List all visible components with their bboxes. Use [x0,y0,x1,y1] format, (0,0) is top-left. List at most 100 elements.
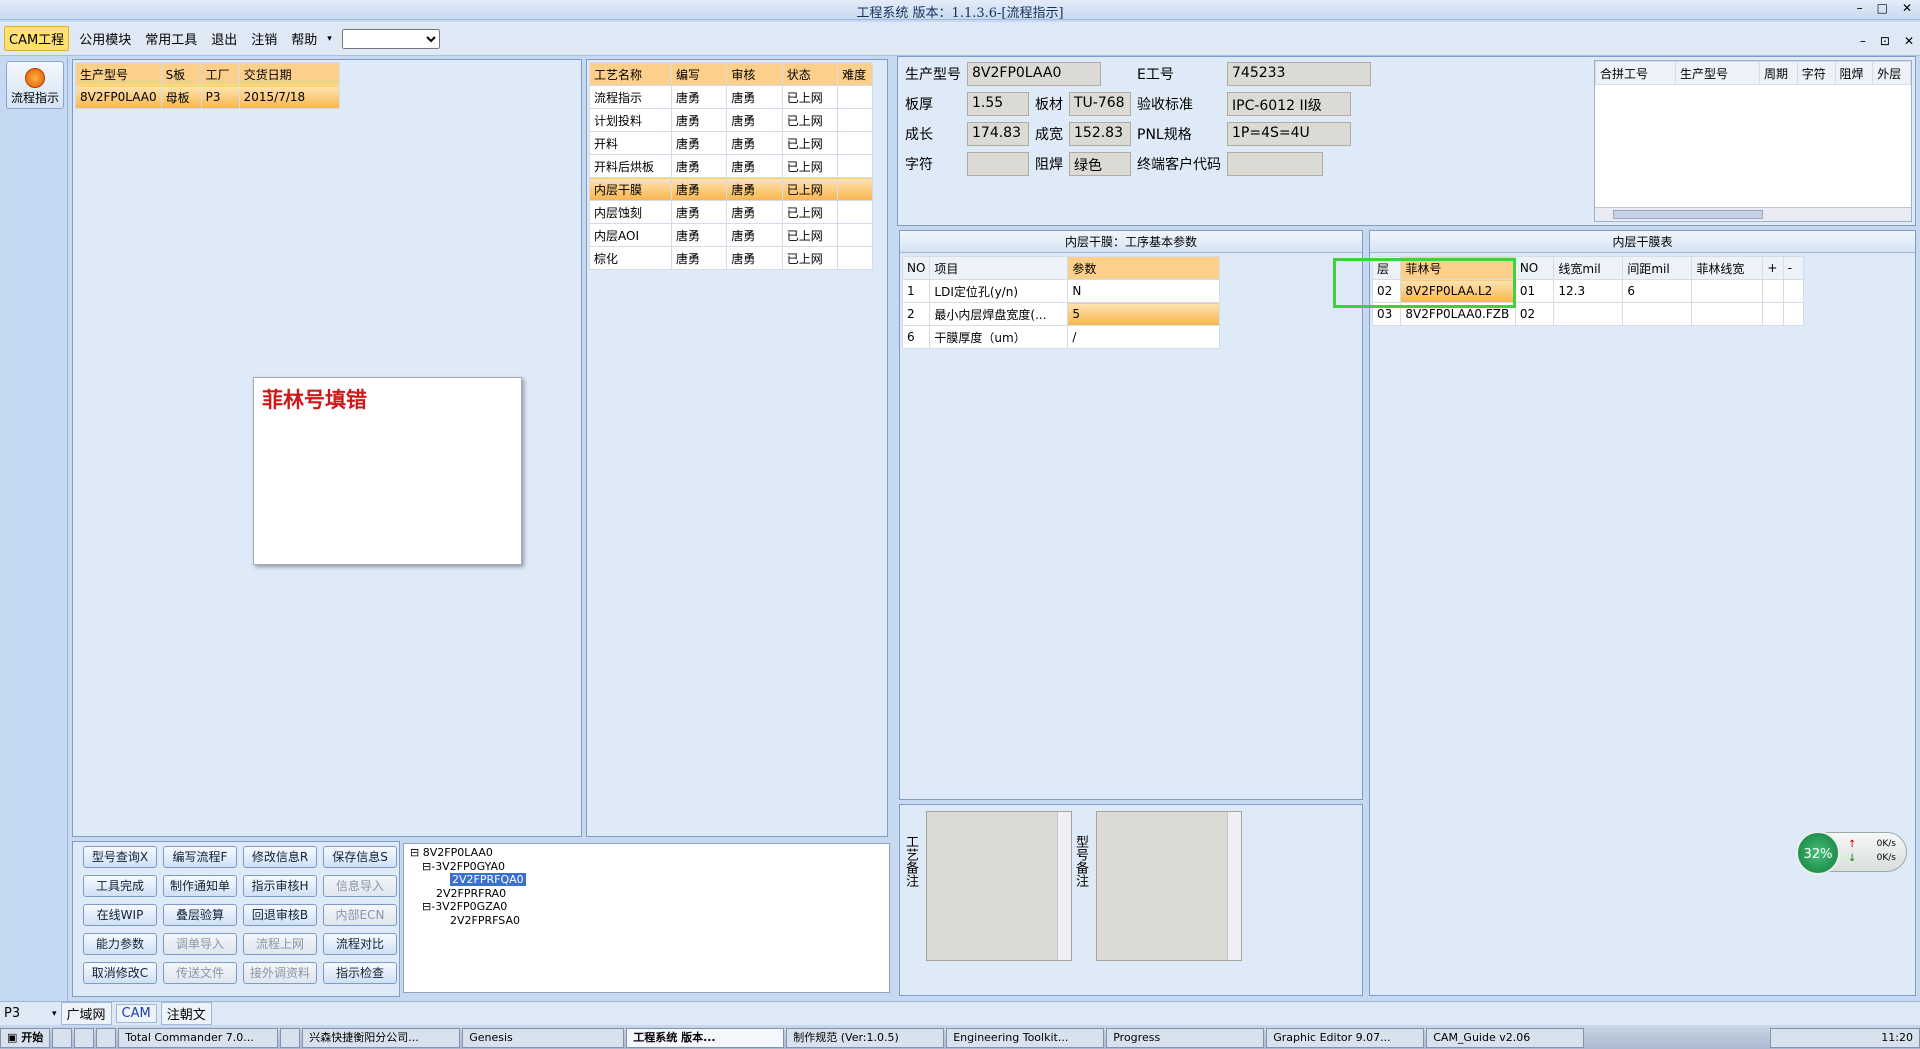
menu-help[interactable]: 帮助 [287,27,321,50]
material-field[interactable]: TU-768 [1069,92,1131,116]
col-factory[interactable]: 工厂 [200,62,240,86]
action-button[interactable]: 编写流程F [163,846,237,868]
mdi-close-icon[interactable]: ✕ [1904,34,1914,48]
model-remark-field[interactable] [1096,811,1242,961]
network-meter[interactable]: 32% ↑ ↓ 0K/s 0K/s [1796,831,1907,875]
quicklaunch-icon[interactable] [96,1028,117,1048]
col-film-line-width[interactable]: 菲林线宽 [1691,256,1764,280]
col-merge-no[interactable]: 合拼工号 [1595,61,1676,85]
tree-node[interactable]: ⊟-3V2FP0GZA0 [410,900,883,914]
quicklaunch-icon[interactable] [280,1028,301,1048]
horizontal-scrollbar[interactable] [1595,207,1911,221]
col-writer[interactable]: 编写 [671,62,728,86]
task-engineering-system[interactable]: 工程系统 版本... [626,1028,785,1048]
col-delivery-date[interactable]: 交货日期 [238,62,340,86]
tree-node[interactable]: ⊟-3V2FP0GYA0 [410,860,883,874]
maximize-icon[interactable]: □ [1877,1,1888,15]
tree-root[interactable]: ⊟ 8V2FP0LAA0 [410,846,883,860]
length-field[interactable]: 174.83 [967,122,1029,146]
action-button[interactable]: 型号查询X [83,846,157,868]
menu-cam-project[interactable]: CAM工程 [4,26,70,51]
menu-common-tools[interactable]: 常用工具 [141,27,201,50]
tab-user[interactable]: 注朝文 [160,1002,212,1025]
action-button[interactable]: 在线WIP [83,904,157,926]
thickness-field[interactable]: 1.55 [967,92,1029,116]
col-char[interactable]: 字符 [1796,61,1836,85]
menu-exit[interactable]: 退出 [207,27,241,50]
menu-logout[interactable]: 注销 [247,27,281,50]
menu-combo[interactable] [341,28,440,49]
table-row[interactable]: 棕化 唐勇 唐勇 已上网 [588,246,873,270]
action-button[interactable]: 传送文件 [163,962,237,984]
col-mask[interactable]: 阻焊 [1834,61,1874,85]
action-button[interactable]: 指示检查 [323,962,397,984]
action-button[interactable]: 工具完成 [83,875,157,897]
menu-public-module[interactable]: 公用模块 [75,27,135,50]
acceptance-field[interactable]: IPC-6012 II级 [1227,92,1351,116]
col-reviewer[interactable]: 审核 [726,62,783,86]
tree-node[interactable]: 2V2FPRFSA0 [410,914,883,928]
col-prod-model[interactable]: 生产型号 [75,62,162,86]
mdi-restore-icon[interactable]: ⊡ [1880,34,1890,48]
action-button[interactable]: 叠层验算 [163,904,237,926]
minimize-icon[interactable]: – [1857,1,1863,15]
col-status[interactable]: 状态 [781,62,839,86]
action-button[interactable]: 接外调资料 [243,962,317,984]
task-browser[interactable]: 兴森快捷衡阳分公司... [302,1028,461,1048]
action-button[interactable]: 信息导入 [323,875,397,897]
customer-code-field[interactable] [1227,152,1323,176]
width-field[interactable]: 152.83 [1069,122,1131,146]
table-row[interactable]: 1 LDI定位孔(y/n) N [901,279,1220,303]
vertical-scrollbar[interactable] [1057,812,1071,960]
col-period[interactable]: 周期 [1759,61,1798,85]
start-button[interactable]: ▣ 开始 [0,1028,51,1048]
add-row-button[interactable]: + [1762,256,1784,280]
remove-row-button[interactable]: - [1782,256,1805,280]
action-button[interactable]: 能力参数 [83,933,157,955]
action-button[interactable]: 保存信息S [323,846,397,868]
chevron-down-icon[interactable]: ▾ [327,34,332,44]
action-button[interactable]: 内部ECN [323,904,397,926]
pnl-field[interactable]: 1P=4S=4U [1227,122,1351,146]
col-spacing[interactable]: 间距mil [1622,256,1693,280]
quicklaunch-icon[interactable] [52,1028,73,1048]
col-outer[interactable]: 外层 [1872,61,1911,85]
table-row[interactable]: 流程指示 唐勇 唐勇 已上网 [588,85,873,109]
task-graphic-editor[interactable]: Graphic Editor 9.07... [1266,1028,1425,1048]
vertical-scrollbar[interactable] [1227,812,1241,960]
table-row[interactable]: 内层干膜 唐勇 唐勇 已上网 [588,177,873,201]
mdi-minimize-icon[interactable]: – [1860,34,1866,48]
e-number-field[interactable]: 745233 [1227,62,1371,86]
task-cam-guide[interactable]: CAM_Guide v2.06 [1426,1028,1585,1048]
col-s-board[interactable]: S板 [160,62,202,86]
quicklaunch-icon[interactable] [74,1028,95,1048]
col-merge-model[interactable]: 生产型号 [1675,61,1760,85]
task-genesis[interactable]: Genesis [462,1028,625,1048]
action-button[interactable]: 流程上网 [243,933,317,955]
tree-node[interactable]: 2V2FPRFRA0 [410,887,883,901]
action-button[interactable]: 流程对比 [323,933,397,955]
close-icon[interactable]: ✕ [1902,1,1912,15]
action-button[interactable]: 制作通知单 [163,875,237,897]
tab-wan[interactable]: 广域网 [60,1002,112,1025]
col-film-seq[interactable]: NO [1514,256,1555,280]
action-button[interactable]: 回退审核B [243,904,317,926]
chevron-down-icon[interactable]: ▾ [52,1009,57,1019]
factory-select[interactable]: P3 [4,1006,48,1021]
task-total-commander[interactable]: Total Commander 7.0... [118,1028,279,1048]
tab-cam[interactable]: CAM [115,1004,157,1023]
col-no[interactable]: NO [901,256,931,280]
flow-indicator-button[interactable]: 流程指示 [6,61,64,109]
action-button[interactable]: 修改信息R [243,846,317,868]
col-param[interactable]: 参数 [1067,256,1220,280]
col-difficulty[interactable]: 难度 [837,62,873,86]
table-row[interactable]: 内层AOI 唐勇 唐勇 已上网 [588,223,873,247]
col-line-width[interactable]: 线宽mil [1553,256,1624,280]
character-field[interactable] [967,152,1029,176]
solder-mask-field[interactable]: 绿色 [1069,152,1131,176]
table-row[interactable]: 开料后烘板 唐勇 唐勇 已上网 [588,154,873,178]
table-row[interactable]: 2 最小内层焊盘宽度(... 5 [901,302,1220,326]
task-progress[interactable]: Progress [1106,1028,1265,1048]
table-row[interactable]: 计划投料 唐勇 唐勇 已上网 [588,108,873,132]
table-row[interactable]: 开料 唐勇 唐勇 已上网 [588,131,873,155]
